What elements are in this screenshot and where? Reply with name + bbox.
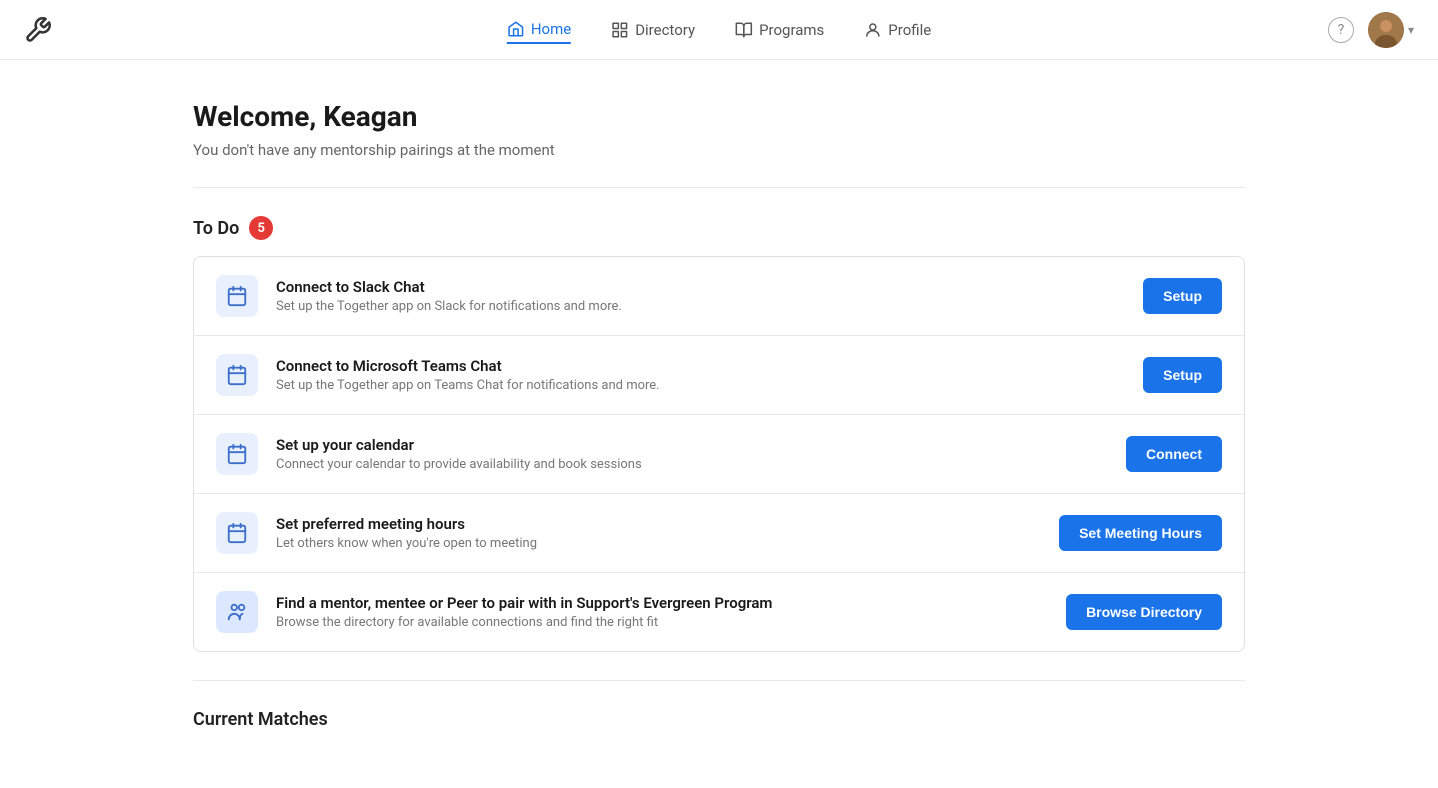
nav-center: Home Directory Programs Profile (507, 16, 931, 44)
todo-count-badge: 5 (249, 216, 273, 240)
setup-teams-button[interactable]: Setup (1143, 357, 1222, 393)
navbar-right: ? ▾ (1328, 12, 1414, 48)
task-title: Connect to Slack Chat (276, 278, 1125, 296)
task-desc: Browse the directory for available conne… (276, 615, 1048, 630)
divider (193, 187, 1245, 188)
nav-item-home[interactable]: Home (507, 16, 571, 44)
task-desc: Set up the Together app on Teams Chat fo… (276, 378, 1125, 393)
task-content-slack: Connect to Slack Chat Set up the Togethe… (276, 278, 1125, 314)
main-content: Welcome, Keagan You don't have any mento… (169, 60, 1269, 780)
task-item: Connect to Microsoft Teams Chat Set up t… (194, 336, 1244, 415)
navbar: Home Directory Programs Profile ? (0, 0, 1438, 60)
divider-2 (193, 680, 1245, 681)
task-icon-meeting-hours (216, 512, 258, 554)
current-matches-title: Current Matches (193, 709, 1245, 730)
nav-item-directory[interactable]: Directory (611, 17, 695, 43)
task-desc: Let others know when you're open to meet… (276, 536, 1041, 551)
task-item: Find a mentor, mentee or Peer to pair wi… (194, 573, 1244, 651)
connect-calendar-button[interactable]: Connect (1126, 436, 1222, 472)
task-item: Connect to Slack Chat Set up the Togethe… (194, 257, 1244, 336)
todo-label: To Do (193, 218, 239, 239)
task-content-calendar: Set up your calendar Connect your calend… (276, 436, 1108, 472)
nav-item-profile[interactable]: Profile (864, 17, 931, 43)
browse-directory-button[interactable]: Browse Directory (1066, 594, 1222, 630)
task-desc: Set up the Together app on Slack for not… (276, 299, 1125, 314)
task-list: Connect to Slack Chat Set up the Togethe… (193, 256, 1245, 652)
task-content-teams: Connect to Microsoft Teams Chat Set up t… (276, 357, 1125, 393)
app-logo[interactable] (24, 16, 52, 44)
task-title: Set up your calendar (276, 436, 1108, 454)
nav-label-profile: Profile (888, 21, 931, 39)
task-item: Set preferred meeting hours Let others k… (194, 494, 1244, 573)
chevron-down-icon: ▾ (1408, 23, 1414, 37)
task-title: Find a mentor, mentee or Peer to pair wi… (276, 594, 1048, 612)
task-icon-calendar (216, 433, 258, 475)
set-meeting-hours-button[interactable]: Set Meeting Hours (1059, 515, 1222, 551)
task-item: Set up your calendar Connect your calend… (194, 415, 1244, 494)
welcome-subtitle: You don't have any mentorship pairings a… (193, 141, 1245, 159)
nav-label-home: Home (531, 20, 571, 38)
task-content-directory: Find a mentor, mentee or Peer to pair wi… (276, 594, 1048, 630)
task-title: Connect to Microsoft Teams Chat (276, 357, 1125, 375)
setup-slack-button[interactable]: Setup (1143, 278, 1222, 314)
avatar (1368, 12, 1404, 48)
nav-item-programs[interactable]: Programs (735, 17, 824, 43)
task-icon-slack (216, 275, 258, 317)
nav-label-programs: Programs (759, 21, 824, 39)
task-content-meeting-hours: Set preferred meeting hours Let others k… (276, 515, 1041, 551)
todo-header: To Do 5 (193, 216, 1245, 240)
user-avatar-menu[interactable]: ▾ (1368, 12, 1414, 48)
nav-label-directory: Directory (635, 21, 695, 39)
task-title: Set preferred meeting hours (276, 515, 1041, 533)
task-desc: Connect your calendar to provide availab… (276, 457, 1108, 472)
task-icon-people (216, 591, 258, 633)
welcome-title: Welcome, Keagan (193, 100, 1245, 133)
task-icon-teams (216, 354, 258, 396)
help-button[interactable]: ? (1328, 17, 1354, 43)
